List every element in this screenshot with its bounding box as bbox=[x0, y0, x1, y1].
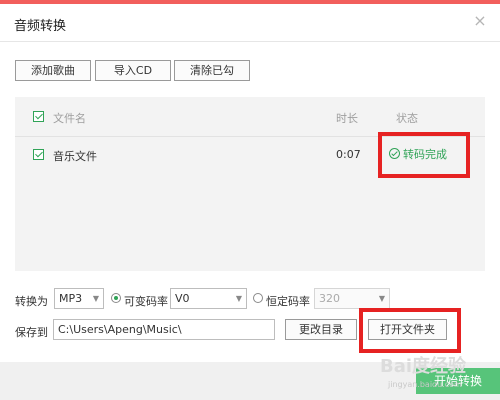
vbr-label: 可变码率 bbox=[124, 295, 168, 308]
cbr-radio[interactable] bbox=[253, 293, 263, 303]
column-header-status: 状态 bbox=[396, 112, 418, 125]
watermark-url: jingyan.baidu.com bbox=[388, 380, 462, 389]
import-cd-button[interactable]: 导入CD bbox=[95, 60, 171, 81]
file-list: 文件名 时长 状态 音乐文件 0:07 转码完成 bbox=[15, 97, 485, 271]
row-checkbox[interactable] bbox=[33, 149, 44, 160]
chevron-down-icon: ▼ bbox=[235, 294, 242, 303]
select-all-checkbox[interactable] bbox=[33, 111, 44, 122]
format-select-value: MP3 bbox=[59, 292, 83, 305]
cbr-select: 320 ▼ bbox=[314, 288, 390, 309]
close-icon[interactable]: × bbox=[472, 13, 488, 29]
vbr-radio[interactable] bbox=[111, 293, 121, 303]
chevron-down-icon: ▼ bbox=[92, 294, 99, 303]
highlight-box-open-folder bbox=[359, 308, 461, 353]
watermark-logo: Bai度经验 bbox=[380, 356, 467, 377]
vbr-select-value: V0 bbox=[175, 292, 190, 305]
window-title: 音频转换 bbox=[14, 19, 67, 34]
change-directory-button[interactable]: 更改目录 bbox=[285, 319, 357, 340]
cbr-select-value: 320 bbox=[319, 292, 340, 305]
column-header-name: 文件名 bbox=[53, 112, 86, 125]
convert-to-label: 转换为 bbox=[15, 295, 48, 308]
clear-checked-button[interactable]: 清除已勾 bbox=[174, 60, 250, 81]
list-header: 文件名 时长 状态 bbox=[15, 97, 485, 137]
format-select[interactable]: MP3 ▼ bbox=[54, 288, 104, 309]
cbr-label: 恒定码率 bbox=[266, 295, 310, 308]
add-song-button[interactable]: 添加歌曲 bbox=[15, 60, 91, 81]
highlight-box-status bbox=[378, 132, 470, 178]
save-to-label: 保存到 bbox=[15, 326, 48, 339]
title-bar: 音频转换 × bbox=[0, 4, 500, 42]
save-path-input[interactable]: C:\Users\Apeng\Music\ bbox=[53, 319, 275, 340]
vbr-select[interactable]: V0 ▼ bbox=[170, 288, 247, 309]
chevron-down-icon: ▼ bbox=[378, 294, 385, 303]
row-duration: 0:07 bbox=[336, 148, 361, 161]
column-header-duration: 时长 bbox=[336, 112, 358, 125]
row-file-name: 音乐文件 bbox=[53, 150, 97, 163]
